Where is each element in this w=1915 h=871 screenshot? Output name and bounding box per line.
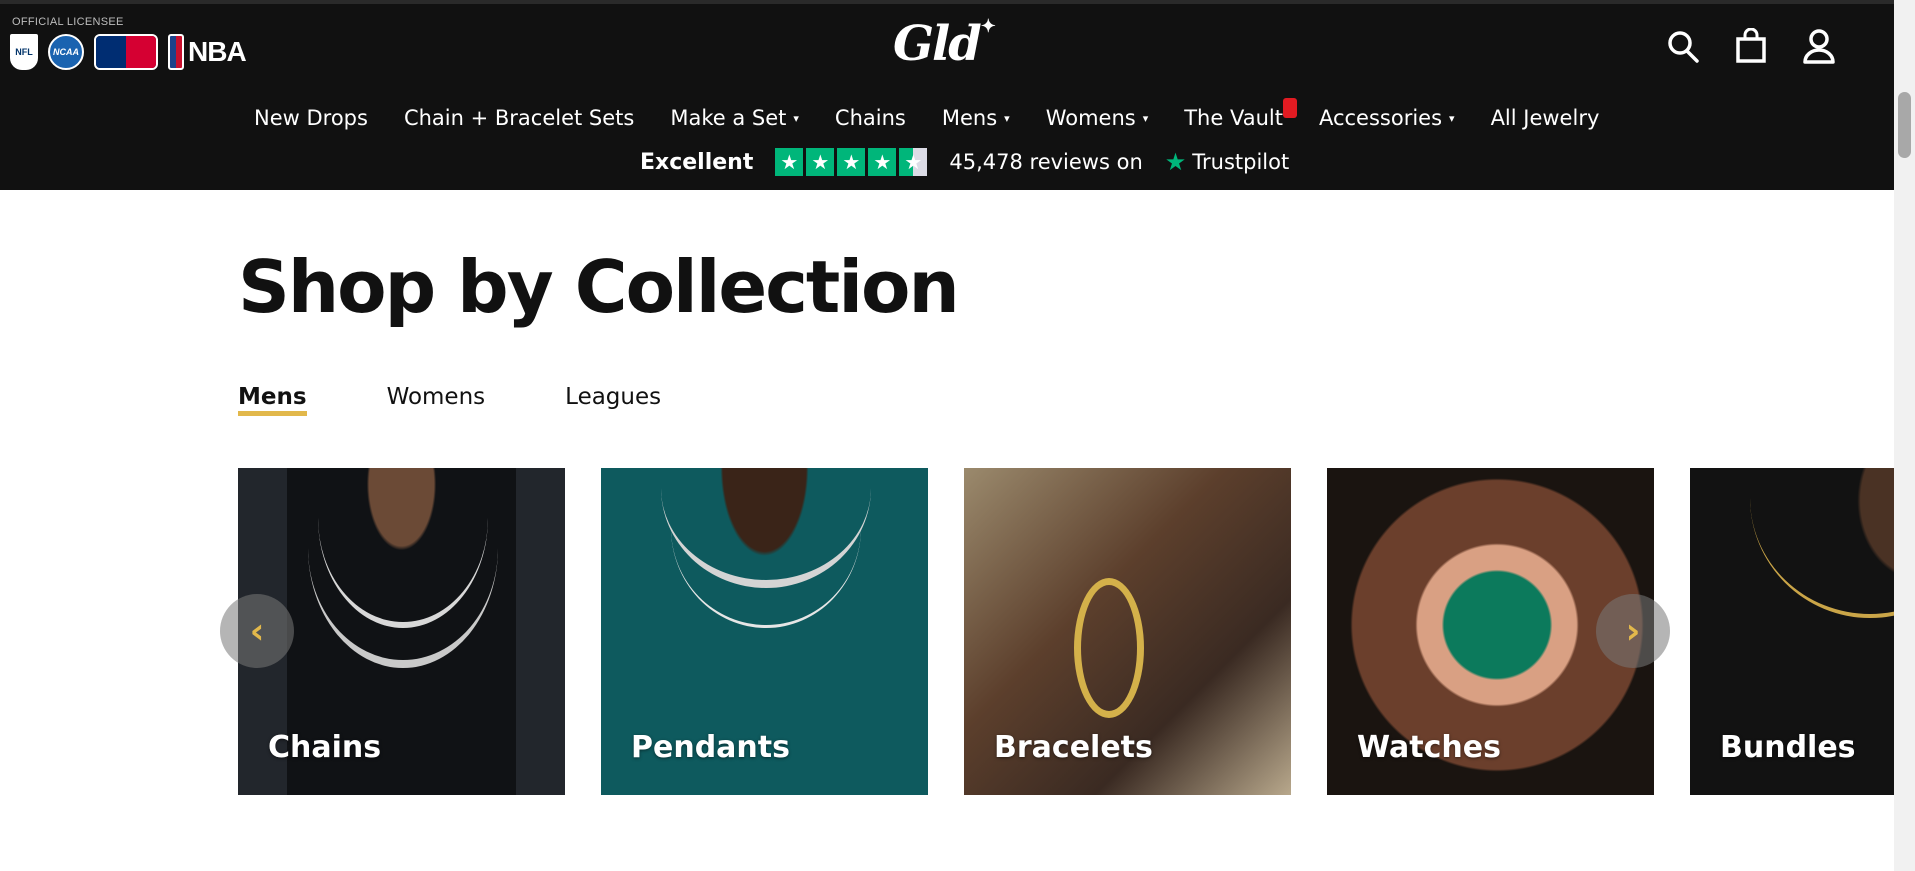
card-label: Chains <box>268 730 382 765</box>
trust-stars: ★ ★ ★ ★ ★ <box>775 148 928 176</box>
star-icon: ★ <box>837 148 866 176</box>
trustpilot-star-icon: ★ <box>1164 148 1187 176</box>
trust-rating-word: Excellent <box>640 149 754 175</box>
trustpilot-widget[interactable]: Excellent ★ ★ ★ ★ ★ 45,478 reviews on ★ T… <box>640 147 1289 177</box>
collection-tabs: Mens Womens Leagues <box>238 384 661 416</box>
search-icon[interactable] <box>1666 28 1700 64</box>
nav-all-jewelry[interactable]: All Jewelry <box>1491 106 1600 130</box>
chevron-down-icon: ▾ <box>1449 111 1455 125</box>
nav-new-drops[interactable]: New Drops <box>254 106 368 130</box>
chevron-down-icon: ▾ <box>1004 111 1010 125</box>
chevron-down-icon: ▾ <box>793 111 799 125</box>
nfl-logo[interactable]: NFL <box>10 34 38 70</box>
nav-make-a-set[interactable]: Make a Set ▾ <box>670 106 799 130</box>
sparkle-icon: ✦ <box>980 16 996 37</box>
star-half-icon: ★ <box>899 148 928 176</box>
league-logos: NFL NCAA NBA <box>10 34 247 70</box>
nav-mens[interactable]: Mens ▾ <box>942 106 1010 130</box>
ncaa-logo[interactable]: NCAA <box>48 34 84 70</box>
nav-chain-bracelet-sets[interactable]: Chain + Bracelet Sets <box>404 106 634 130</box>
card-label: Bundles <box>1720 730 1856 765</box>
star-icon: ★ <box>868 148 897 176</box>
scrollbar-thumb[interactable] <box>1898 92 1911 158</box>
brand-logo[interactable]: Gld ✦ <box>893 16 996 72</box>
nav-chains[interactable]: Chains <box>835 106 906 130</box>
card-label: Pendants <box>631 730 790 765</box>
site-header: OFFICIAL LICENSEE NFL NCAA NBA Gld ✦ New … <box>0 0 1894 190</box>
nav-womens[interactable]: Womens ▾ <box>1046 106 1149 130</box>
collection-card-bundles[interactable]: Bundles <box>1690 468 1894 795</box>
nav-the-vault[interactable]: The Vault <box>1184 98 1297 130</box>
carousel-prev-button[interactable]: ‹ <box>220 594 294 668</box>
account-icon[interactable] <box>1802 28 1836 64</box>
star-icon: ★ <box>775 148 804 176</box>
trustpilot-logo: ★ Trustpilot <box>1164 148 1290 176</box>
nav-accessories[interactable]: Accessories ▾ <box>1319 106 1455 130</box>
tab-leagues[interactable]: Leagues <box>565 384 661 416</box>
nba-logo[interactable]: NBA <box>168 34 247 70</box>
card-label: Watches <box>1357 730 1501 765</box>
tab-womens[interactable]: Womens <box>387 384 486 416</box>
tab-mens[interactable]: Mens <box>238 384 307 416</box>
bag-icon[interactable] <box>1734 28 1768 64</box>
collection-card-bracelets[interactable]: Bracelets <box>964 468 1291 795</box>
card-label: Bracelets <box>994 730 1153 765</box>
chevron-down-icon: ▾ <box>1142 111 1149 125</box>
review-count: 45,478 reviews on <box>949 150 1143 174</box>
star-icon: ★ <box>806 148 835 176</box>
header-icons <box>1666 28 1836 64</box>
main-nav: New Drops Chain + Bracelet Sets Make a S… <box>254 98 1635 130</box>
carousel-next-button[interactable]: › <box>1596 594 1670 668</box>
page-scrollbar[interactable] <box>1894 0 1915 871</box>
vault-badge-icon <box>1282 98 1297 118</box>
section-title: Shop by Collection <box>238 245 960 329</box>
collection-card-pendants[interactable]: Pendants <box>601 468 928 795</box>
mlb-logo[interactable] <box>94 34 158 70</box>
official-licensee-label: OFFICIAL LICENSEE <box>12 16 124 28</box>
